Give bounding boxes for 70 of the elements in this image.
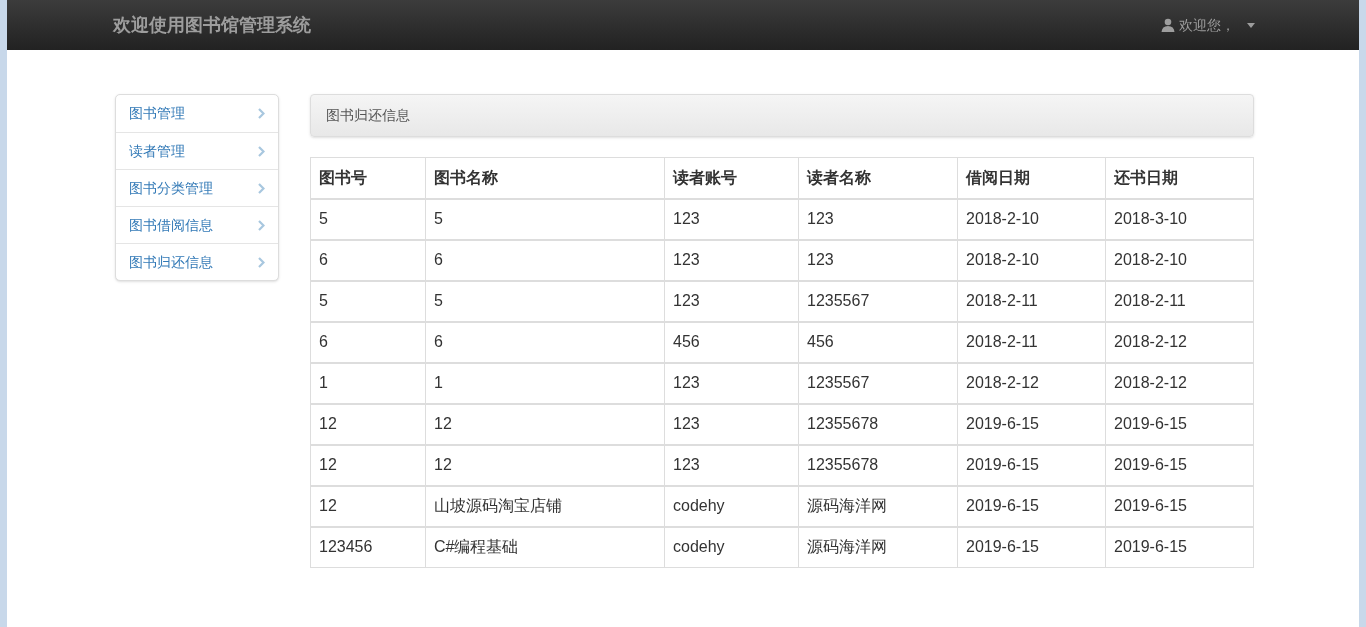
table-cell: codehy <box>664 485 799 527</box>
table-cell: 2018-2-11 <box>957 280 1106 322</box>
user-menu[interactable]: 欢迎您， <box>1161 14 1255 36</box>
table-cell: 5 <box>310 280 426 322</box>
table-cell: 456 <box>798 321 958 363</box>
caret-icon <box>1247 22 1255 28</box>
table-cell: 山坡源码淘宝店铺 <box>425 485 665 527</box>
table-cell: 2019-6-15 <box>957 444 1106 486</box>
column-header: 读者名称 <box>798 157 958 199</box>
user-icon <box>1161 18 1175 32</box>
table-cell: 123 <box>664 444 799 486</box>
table-cell: 123 <box>664 239 799 281</box>
table-cell: 6 <box>425 321 665 363</box>
table-cell: 2019-6-15 <box>957 485 1106 527</box>
chevron-icon <box>258 108 265 119</box>
table-cell: 2018-2-12 <box>1105 362 1254 404</box>
table-cell: 123 <box>664 403 799 445</box>
column-header: 图书名称 <box>425 157 665 199</box>
table-cell: 2019-6-15 <box>1105 526 1254 568</box>
table-cell: 12 <box>425 403 665 445</box>
column-header: 还书日期 <box>1105 157 1254 199</box>
brand-title[interactable]: 欢迎使用图书馆管理系统 <box>113 11 311 39</box>
sidebar-item[interactable]: 图书管理 <box>116 95 278 132</box>
table-cell: 123456 <box>310 526 426 568</box>
table-cell: C#编程基础 <box>425 526 665 568</box>
table-cell: 1235567 <box>798 280 958 322</box>
chevron-icon <box>258 256 265 268</box>
table-cell: 12 <box>425 444 665 486</box>
sidebar-item[interactable]: 读者管理 <box>116 132 278 169</box>
table-cell: 456 <box>664 321 799 363</box>
table-cell: 12355678 <box>798 403 958 445</box>
table-cell: 2019-6-15 <box>957 526 1106 568</box>
sidebar-item[interactable]: 图书借阅信息 <box>116 206 278 243</box>
table-cell: 12 <box>310 403 426 445</box>
table-cell: 123 <box>664 280 799 322</box>
column-header: 读者账号 <box>664 157 799 199</box>
table-cell: 5 <box>310 198 426 240</box>
table-cell: 2018-2-11 <box>957 321 1106 363</box>
table-cell: 2018-2-11 <box>1105 280 1254 322</box>
table-cell: 12355678 <box>798 444 958 486</box>
chevron-icon <box>258 219 265 231</box>
table-cell: 5 <box>425 280 665 322</box>
table-cell: 2018-2-12 <box>1105 321 1254 363</box>
table-cell: 2019-6-15 <box>1105 403 1254 445</box>
table-cell: 1 <box>425 362 665 404</box>
table-cell: 2019-6-15 <box>1105 444 1254 486</box>
chevron-icon <box>258 145 265 157</box>
table-cell: 2019-6-15 <box>1105 485 1254 527</box>
panel-title: 图书归还信息 <box>326 106 410 125</box>
table-cell: 6 <box>425 239 665 281</box>
table-cell: 2018-2-10 <box>1105 239 1254 281</box>
table-cell: 123 <box>798 239 958 281</box>
table-cell: 12 <box>310 485 426 527</box>
table-cell: 123 <box>664 362 799 404</box>
table-cell: 源码海洋网 <box>798 485 958 527</box>
chevron-icon <box>258 182 265 194</box>
column-header: 借阅日期 <box>957 157 1106 199</box>
table-cell: 1 <box>310 362 426 404</box>
table-cell: codehy <box>664 526 799 568</box>
table-cell: 2019-6-15 <box>957 403 1106 445</box>
table-cell: 12 <box>310 444 426 486</box>
table-cell: 2018-2-10 <box>957 239 1106 281</box>
sidebar-item[interactable]: 图书归还信息 <box>116 243 278 280</box>
sidebar-item[interactable]: 图书分类管理 <box>116 169 278 206</box>
table-cell: 6 <box>310 321 426 363</box>
table-cell: 1235567 <box>798 362 958 404</box>
table-cell: 源码海洋网 <box>798 526 958 568</box>
table-cell: 6 <box>310 239 426 281</box>
table-cell: 2018-2-12 <box>957 362 1106 404</box>
column-header: 图书号 <box>310 157 426 199</box>
